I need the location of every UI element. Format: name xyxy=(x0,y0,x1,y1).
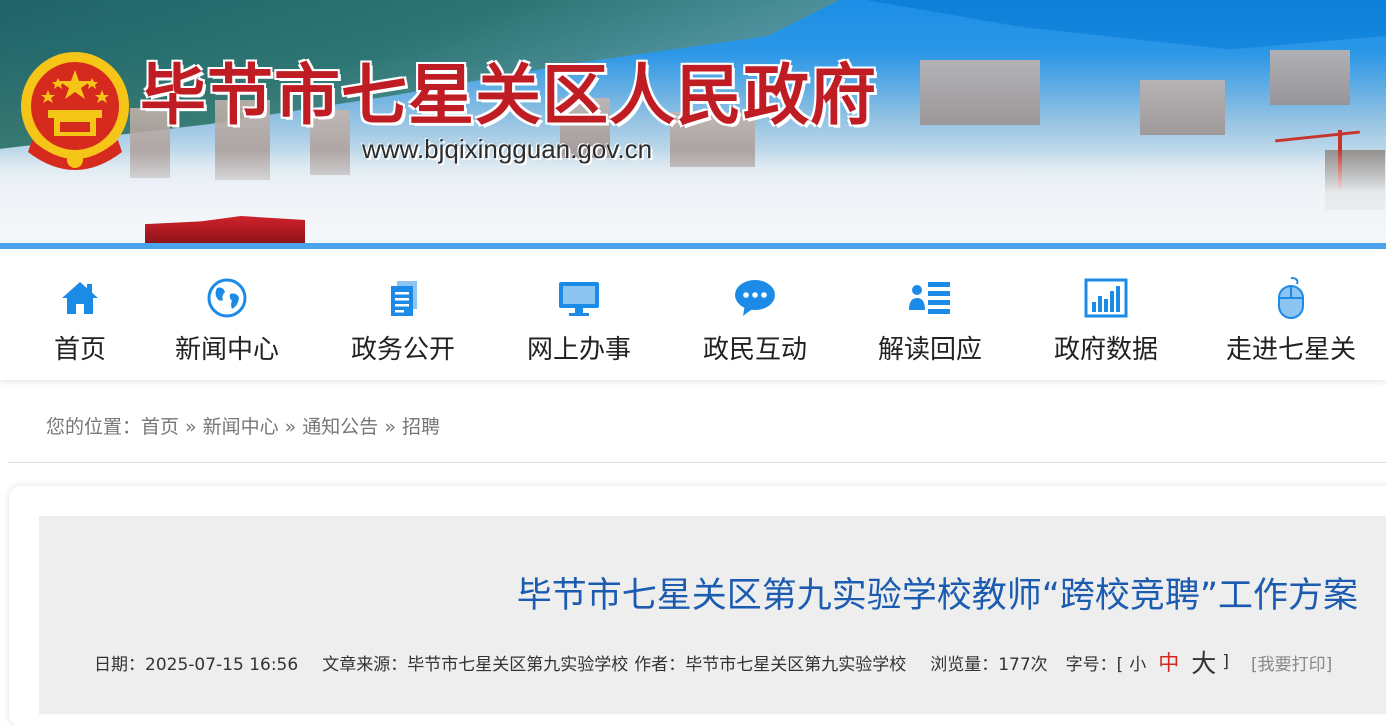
mouse-icon xyxy=(1278,277,1304,319)
main-nav: 首页 新闻中心 政务公开 网上办事 政民互动 解读回应 政府数据 走进七星关 xyxy=(0,249,1386,380)
font-size-close-bracket: ] xyxy=(1222,652,1229,672)
breadcrumb-separator: » xyxy=(284,416,297,438)
breadcrumb-notices[interactable]: 通知公告 xyxy=(302,416,378,438)
nav-item-news[interactable]: 新闻中心 xyxy=(170,249,284,380)
nav-item-online-services[interactable]: 网上办事 xyxy=(522,249,636,380)
nav-label: 首页 xyxy=(53,335,106,365)
nav-label: 政民互动 xyxy=(702,335,807,365)
breadcrumb-prefix: 您的位置： xyxy=(46,416,142,438)
globe-icon xyxy=(207,278,247,318)
site-title: 毕节市七星关区人民政府 xyxy=(140,56,877,134)
chat-bubble-icon xyxy=(735,280,775,316)
nav-item-about-qixingguan[interactable]: 走进七星关 xyxy=(1222,249,1360,380)
document-icon xyxy=(391,281,417,316)
breadcrumb-divider xyxy=(8,462,1386,463)
nav-item-interpretation[interactable]: 解读回应 xyxy=(873,249,987,380)
article-author: 作者：毕节市七星关区第九实验学校 xyxy=(634,654,907,675)
bar-chart-icon xyxy=(1084,278,1128,318)
nav-item-interaction[interactable]: 政民互动 xyxy=(698,249,812,380)
nav-label: 解读回应 xyxy=(877,335,982,365)
font-size-large-button[interactable]: 大 xyxy=(1191,644,1216,680)
font-size-label: 字号：[ xyxy=(1065,654,1124,675)
site-url: www.bjqixingguan.gov.cn xyxy=(362,134,653,164)
breadcrumb: 您的位置：首页» 新闻中心» 通知公告» 招聘 xyxy=(46,412,440,439)
article-meta: 日期：2025-07-15 16:56 文章来源：毕节市七星关区第九实验学校 作… xyxy=(94,644,1332,680)
national-emblem-icon xyxy=(21,52,129,170)
article-views: 浏览量：177次 xyxy=(930,654,1048,675)
nav-label: 新闻中心 xyxy=(174,335,279,365)
font-size-medium-button[interactable]: 中 xyxy=(1158,647,1179,677)
nav-item-government-affairs[interactable]: 政务公开 xyxy=(346,249,460,380)
site-banner: 毕节市七星关区人民政府 www.bjqixingguan.gov.cn xyxy=(0,0,1386,243)
article-title: 毕节市七星关区第九实验学校教师“跨校竞聘”工作方案 xyxy=(516,576,1358,616)
print-button[interactable]: [我要打印] xyxy=(1251,650,1332,675)
nav-item-home[interactable]: 首页 xyxy=(48,249,112,380)
breadcrumb-recruitment[interactable]: 招聘 xyxy=(402,416,440,438)
breadcrumb-home[interactable]: 首页 xyxy=(141,416,179,438)
nav-label: 走进七星关 xyxy=(1225,335,1356,365)
nav-label: 政务公开 xyxy=(350,335,455,365)
monitor-icon xyxy=(559,282,599,316)
home-icon xyxy=(62,282,98,314)
nav-label: 政府数据 xyxy=(1053,335,1158,365)
article-source: 文章来源：毕节市七星关区第九实验学校 xyxy=(322,654,629,675)
font-size-small-button[interactable]: 小 xyxy=(1129,650,1146,675)
person-list-icon xyxy=(909,282,950,314)
nav-label: 网上办事 xyxy=(526,335,631,365)
article-date: 日期：2025-07-15 16:56 xyxy=(94,654,299,675)
breadcrumb-separator: » xyxy=(185,416,197,438)
breadcrumb-news-center[interactable]: 新闻中心 xyxy=(203,416,279,438)
nav-item-government-data[interactable]: 政府数据 xyxy=(1049,249,1163,380)
breadcrumb-separator: » xyxy=(384,416,396,438)
